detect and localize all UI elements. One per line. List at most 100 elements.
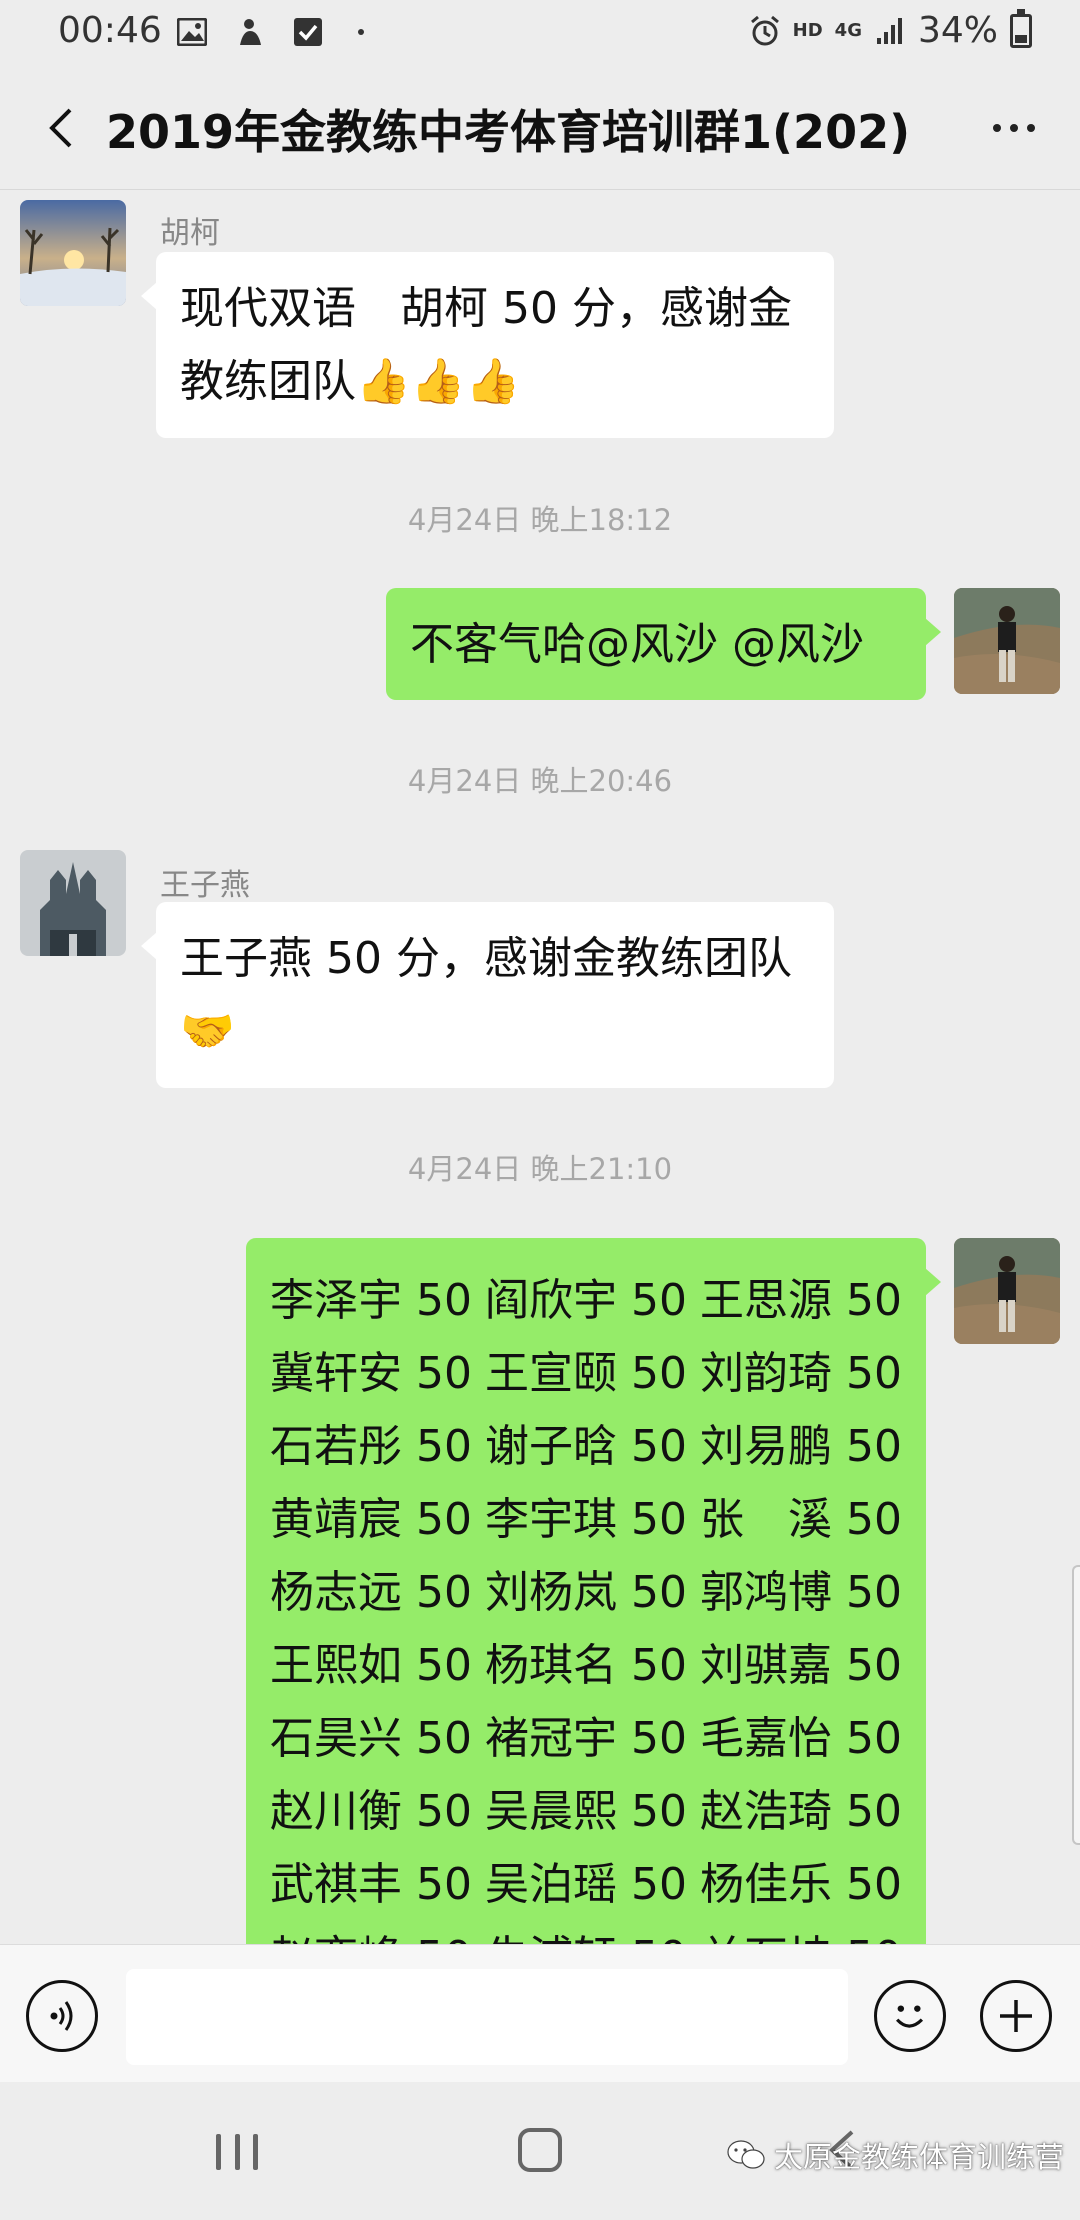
score-row: 赵奕峰 50 朱浦轩 50 关石坤 50 xyxy=(270,1921,902,1944)
plus-icon xyxy=(1000,2000,1032,2032)
sender-name: 胡柯 xyxy=(160,216,220,251)
alarm-icon xyxy=(749,15,781,47)
thumbs-up-icon: 👍 xyxy=(356,356,411,407)
battery-level xyxy=(1015,34,1027,43)
student-score: 褚冠宇 50 xyxy=(485,1713,687,1764)
input-bar xyxy=(0,1944,1080,2082)
hd-label: HD xyxy=(792,20,823,41)
avatar-hu-ke[interactable] xyxy=(20,200,126,306)
message-bubble-incoming[interactable]: 现代双语 胡柯 50 分，感谢金 教练团队👍👍👍 xyxy=(141,252,834,438)
message-text-line: 教练团队 xyxy=(180,356,356,407)
emoji-button[interactable] xyxy=(874,1980,946,2052)
student-score: 刘骐嘉 50 xyxy=(700,1640,902,1691)
thumbs-up-icon: 👍 xyxy=(410,356,466,407)
smiley-icon xyxy=(895,2005,924,2028)
student-score: 郭鸿博 50 xyxy=(700,1567,902,1618)
chat-header: 2019年金教练中考体育培训群1(202) xyxy=(0,68,1080,190)
message-bubble-incoming[interactable]: 王子燕 50 分，感谢金教练团队 🤝 xyxy=(141,902,834,1088)
student-score: 王思源 50 xyxy=(700,1275,902,1326)
message-input[interactable] xyxy=(126,1969,848,2065)
student-score: 谢子晗 50 xyxy=(485,1421,687,1472)
message-text-line: 王子燕 50 分，感谢金教练团队 xyxy=(180,933,792,984)
student-score: 黄靖宸 50 xyxy=(270,1494,472,1545)
score-row: 李泽宇 50 阎欣宇 50 王思源 50 xyxy=(270,1264,902,1337)
battery-icon xyxy=(1010,8,1032,48)
score-row: 石昊兴 50 褚冠宇 50 毛嘉怡 50 xyxy=(270,1702,902,1775)
score-row: 杨志远 50 刘杨岚 50 郭鸿博 50 xyxy=(270,1556,902,1629)
more-options-button[interactable] xyxy=(978,96,1050,160)
student-score: 冀轩安 50 xyxy=(270,1348,472,1399)
more-dot-icon xyxy=(1027,124,1035,132)
score-list: 李泽宇 50 阎欣宇 50 王思源 50 冀轩安 50 王宣颐 50 刘韵琦 50 石若彤 … xyxy=(270,1264,902,1944)
more-dot-icon xyxy=(1010,124,1018,132)
wechat-logo-icon xyxy=(727,2140,765,2169)
student-score: 李宇琪 50 xyxy=(485,1494,687,1545)
system-navigation-bar: 太原金教练体育训练营 xyxy=(0,2082,1080,2220)
student-score: 刘韵琦 50 xyxy=(700,1348,902,1399)
student-score: 杨佳乐 50 xyxy=(700,1859,902,1910)
timestamp: 4月24日 晚上18:12 xyxy=(407,503,673,537)
notification-icons xyxy=(176,16,364,48)
student-score: 关石坤 50 xyxy=(700,1921,902,1944)
recent-apps-button[interactable] xyxy=(216,2134,258,2170)
student-score: 赵浩琦 50 xyxy=(700,1786,902,1837)
more-dot-icon xyxy=(993,124,1001,132)
score-row: 王熙如 50 杨琪名 50 刘骐嘉 50 xyxy=(270,1629,902,1702)
student-score: 吴晨熙 50 xyxy=(485,1786,687,1837)
checkbox-notification-icon xyxy=(292,16,324,48)
timestamp: 4月24日 晚上21:10 xyxy=(407,1152,673,1186)
watermark: 太原金教练体育训练营 xyxy=(726,2134,1064,2176)
timestamp: 4月24日 晚上20:46 xyxy=(407,764,673,798)
score-row: 黄靖宸 50 李宇琪 50 张 溪 50 xyxy=(270,1483,902,1556)
more-functions-button[interactable] xyxy=(980,1980,1052,2052)
voice-input-button[interactable] xyxy=(26,1980,98,2052)
network-type-label: 4G xyxy=(834,20,862,41)
chevron-left-icon xyxy=(49,108,72,148)
status-bar: 00:46 HD 4G 34% xyxy=(0,0,1080,68)
student-score: 吴泊瑶 50 xyxy=(485,1859,687,1910)
student-score: 毛嘉怡 50 xyxy=(700,1713,902,1764)
student-score: 朱浦轩 50 xyxy=(485,1921,687,1944)
student-score: 赵奕峰 50 xyxy=(270,1921,472,1944)
avatar-self[interactable] xyxy=(954,1238,1060,1344)
student-score: 张 溪 50 xyxy=(700,1494,902,1545)
score-row: 石若彤 50 谢子晗 50 刘易鹏 50 xyxy=(270,1410,902,1483)
message-bubble-outgoing-score-list[interactable]: 李泽宇 50 阎欣宇 50 王思源 50 冀轩安 50 王宣颐 50 刘韵琦 50 石若彤 … xyxy=(246,1238,941,1944)
student-score: 杨琪名 50 xyxy=(485,1640,687,1691)
signal-icon xyxy=(874,15,906,47)
message-bubble-outgoing[interactable]: 不客气哈@风沙 @风沙 xyxy=(386,588,941,700)
student-score: 刘易鹏 50 xyxy=(700,1421,902,1472)
app-notification-icon xyxy=(234,16,266,48)
student-score: 王宣颐 50 xyxy=(485,1348,687,1399)
message-list[interactable]: 胡柯 现代双语 胡柯 50 分，感谢金 教练团队👍👍👍 4月24日 晚上18:1… xyxy=(0,190,1080,1944)
back-button[interactable] xyxy=(28,96,92,160)
status-right: HD 4G 34% xyxy=(749,8,1032,51)
message-text-line: 现代双语 胡柯 50 分，感谢金 xyxy=(180,283,792,334)
thumbs-up-icon: 👍 xyxy=(465,356,521,407)
scrollbar[interactable] xyxy=(1072,1565,1080,1845)
gallery-icon xyxy=(176,16,208,48)
avatar-wang-ziyan[interactable] xyxy=(20,850,126,956)
chat-title: 2019年金教练中考体育培训群1(202) xyxy=(106,105,911,159)
score-row: 武祺丰 50 吴泊瑶 50 杨佳乐 50 xyxy=(270,1848,902,1921)
student-score: 杨志远 50 xyxy=(270,1567,472,1618)
handshake-icon: 🤝 xyxy=(180,1006,235,1057)
score-row: 赵川衡 50 吴晨熙 50 赵浩琦 50 xyxy=(270,1775,902,1848)
message-text-line-with-emoji: 教练团队👍👍👍 xyxy=(180,345,810,418)
status-time: 00:46 xyxy=(58,10,162,51)
watermark-text: 太原金教练体育训练营 xyxy=(774,2140,1065,2174)
voice-icon xyxy=(50,2001,73,2031)
student-score: 石昊兴 50 xyxy=(270,1713,472,1764)
avatar-self[interactable] xyxy=(954,588,1060,694)
student-score: 王熙如 50 xyxy=(270,1640,472,1691)
student-score: 赵川衡 50 xyxy=(270,1786,472,1837)
student-score: 武祺丰 50 xyxy=(270,1859,472,1910)
student-score: 石若彤 50 xyxy=(270,1421,472,1472)
student-score: 李泽宇 50 xyxy=(270,1275,472,1326)
sender-name: 王子燕 xyxy=(160,868,250,903)
more-notifications-dot-icon xyxy=(358,29,364,35)
battery-percent: 34% xyxy=(917,10,998,51)
student-score: 刘杨岚 50 xyxy=(485,1567,687,1618)
home-button[interactable] xyxy=(518,2128,562,2172)
score-row: 冀轩安 50 王宣颐 50 刘韵琦 50 xyxy=(270,1337,902,1410)
